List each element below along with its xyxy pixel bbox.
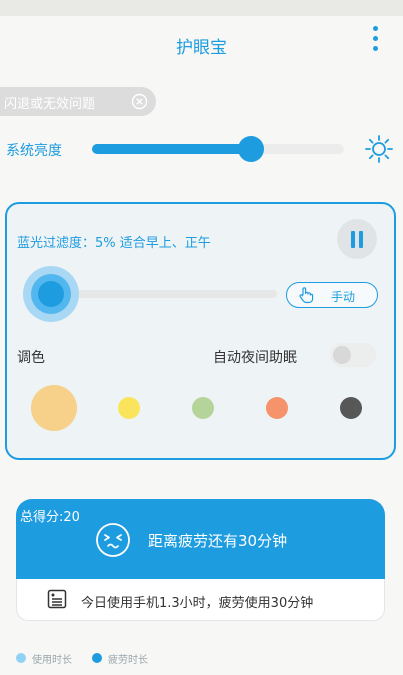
hand-pointer-icon	[299, 287, 314, 304]
legend-fatigue-label: 疲劳时长	[108, 655, 148, 666]
filter-level-thumb[interactable]	[23, 266, 79, 322]
close-icon[interactable]	[131, 93, 148, 110]
color-swatch[interactable]	[118, 397, 140, 419]
manual-mode-button[interactable]: 手动	[286, 282, 378, 308]
sun-icon	[365, 135, 393, 163]
manual-mode-label: 手动	[331, 290, 356, 304]
total-score-label: 总得分:20	[20, 510, 80, 525]
legend-fatigue-dot	[92, 653, 102, 663]
blue-light-filter-card: 蓝光过滤度：5% 适合早上、正午 手动 调色 自动夜间助眠	[5, 202, 396, 460]
fatigue-score-card: 总得分:20 距离疲劳还有30分钟 今日使用手机1.3小时，疲劳使用30分钟	[16, 499, 385, 621]
filter-level-track	[49, 290, 277, 298]
tone-label: 调色	[17, 350, 45, 366]
legend-usage-label: 使用时长	[32, 655, 72, 666]
brightness-slider[interactable]	[92, 136, 344, 162]
fatigue-score-header: 总得分:20 距离疲劳还有30分钟	[16, 499, 385, 579]
crash-feedback-label: 闪退或无效问题	[4, 97, 96, 112]
night-mode-toggle-knob	[333, 346, 351, 364]
usage-summary-text: 今日使用手机1.3小时，疲劳使用30分钟	[81, 596, 314, 611]
app-header: 护眼宝	[0, 16, 403, 72]
color-swatch[interactable]	[266, 397, 288, 419]
status-bar	[0, 0, 403, 16]
filter-status-text: 蓝光过滤度：5% 适合早上、正午	[17, 236, 211, 251]
night-mode-toggle[interactable]	[330, 343, 376, 367]
usage-report-icon	[47, 589, 67, 609]
page-title: 护眼宝	[176, 38, 227, 58]
night-mode-label: 自动夜间助眠	[213, 350, 297, 366]
overflow-menu-icon[interactable]	[369, 26, 381, 60]
brightness-slider-fill	[92, 144, 251, 154]
legend-usage-dot	[16, 653, 26, 663]
brightness-slider-thumb[interactable]	[237, 136, 264, 162]
color-swatch[interactable]	[340, 397, 362, 419]
fatigue-countdown-text: 距离疲劳还有30分钟	[148, 532, 288, 550]
filter-level-slider[interactable]	[23, 266, 277, 322]
crash-feedback-chip[interactable]: 闪退或无效问题	[0, 87, 156, 116]
color-swatch[interactable]	[192, 397, 214, 419]
pause-icon	[351, 231, 355, 248]
pause-button[interactable]	[337, 219, 377, 259]
tired-face-icon	[96, 523, 130, 557]
color-swatch[interactable]	[31, 385, 77, 431]
usage-summary-row: 今日使用手机1.3小时，疲劳使用30分钟	[16, 579, 385, 621]
brightness-label: 系统亮度	[6, 143, 62, 159]
